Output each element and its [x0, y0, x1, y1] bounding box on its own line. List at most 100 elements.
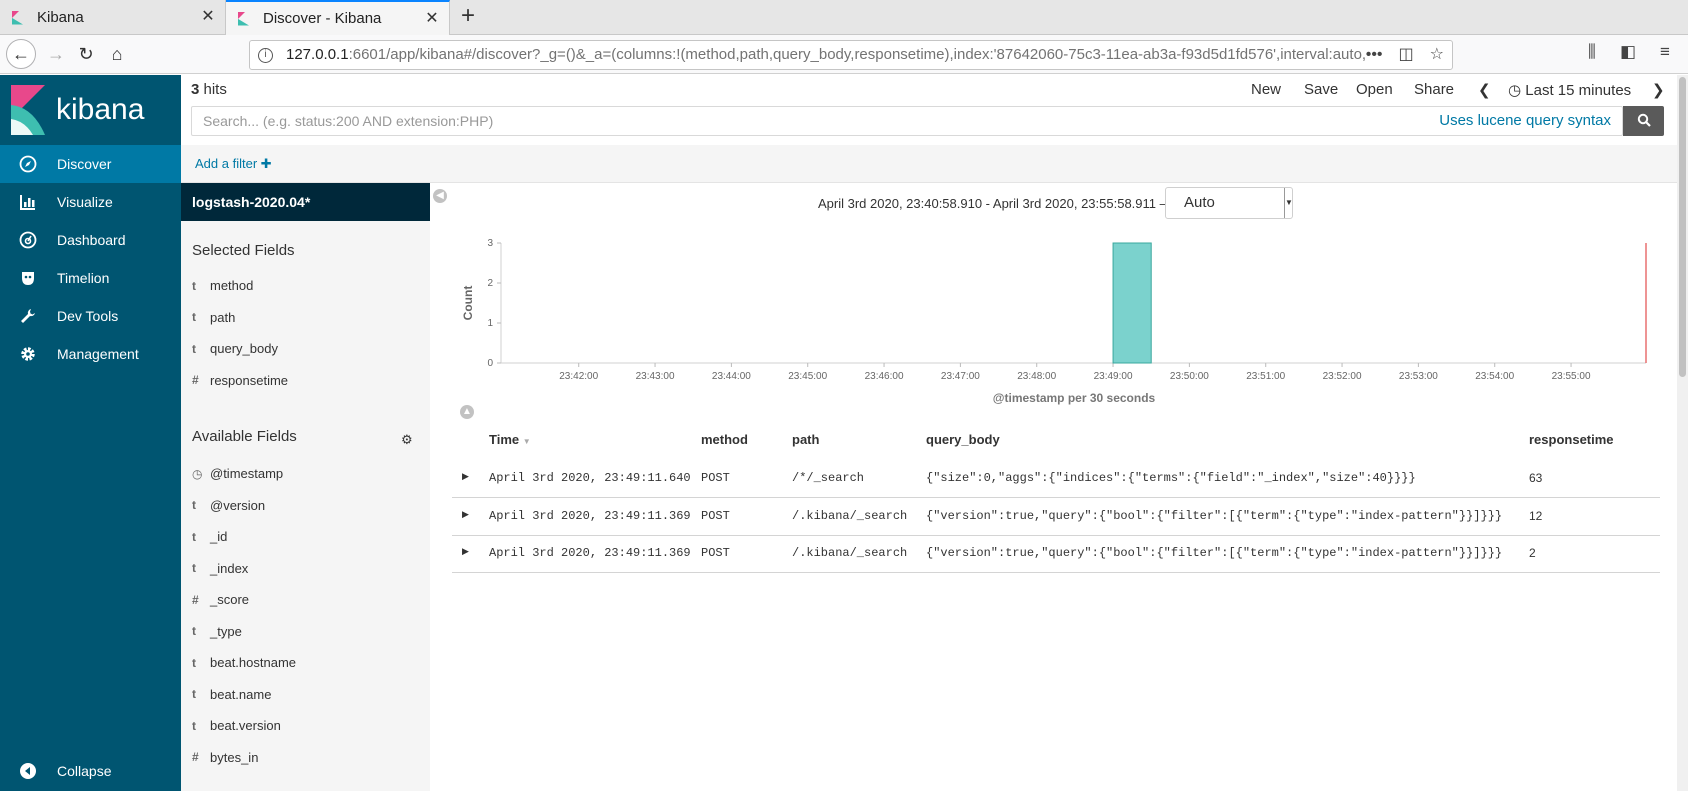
add-filter-button[interactable]: Add a filter ✚: [195, 156, 272, 172]
interval-value: Auto: [1184, 194, 1215, 211]
table-row[interactable]: ▶ April 3rd 2020, 23:49:11.640 POST /*/_sea…: [452, 460, 1660, 498]
info-icon[interactable]: i: [258, 48, 273, 63]
index-pattern-selector[interactable]: logstash-2020.04*: [181, 183, 430, 221]
scrollbar-thumb[interactable]: [1679, 77, 1686, 377]
table-row[interactable]: ▶ April 3rd 2020, 23:49:11.369 POST /.kiban…: [452, 535, 1660, 573]
selected-fields-heading: Selected Fields: [192, 242, 295, 259]
nav-dev-tools[interactable]: Dev Tools: [0, 297, 181, 335]
field-beat-hostname[interactable]: t beat.hostname: [192, 655, 296, 670]
field-path[interactable]: t path: [192, 310, 235, 325]
nav-timelion[interactable]: Timelion: [0, 259, 181, 297]
field-version[interactable]: t @version: [192, 498, 265, 513]
field-timestamp[interactable]: ◷ @timestamp: [192, 466, 283, 481]
open-button[interactable]: Open: [1356, 81, 1393, 98]
expand-row-icon[interactable]: ▶: [462, 509, 469, 520]
field-name: beat.version: [210, 718, 281, 733]
field-method[interactable]: t method: [192, 278, 253, 293]
expand-row-icon[interactable]: ▶: [462, 471, 469, 482]
field-beat-name[interactable]: t beat.name: [192, 687, 271, 702]
field-settings-gear-icon[interactable]: ⚙: [401, 432, 413, 448]
y-tick-label: 3: [487, 238, 493, 249]
url-host: 127.0.0.1: [286, 46, 349, 63]
field-query-body[interactable]: t query_body: [192, 341, 278, 356]
field-id[interactable]: t _id: [192, 529, 227, 544]
home-icon[interactable]: ⌂: [103, 40, 131, 68]
y-tick-label: 1: [487, 318, 493, 329]
field-type[interactable]: t _type: [192, 624, 242, 639]
field-name: _type: [210, 623, 242, 639]
field-name: beat.name: [210, 686, 272, 702]
filter-bar: Add a filter ✚: [181, 145, 1688, 183]
field-responsetime[interactable]: # responsetime: [192, 373, 288, 388]
nav-management[interactable]: Management: [0, 335, 181, 373]
field-name: @timestamp: [210, 466, 284, 481]
table-cell-time: April 3rd 2020, 23:49:11.369: [489, 508, 691, 523]
column-header-responsetime[interactable]: responsetime: [1529, 432, 1614, 447]
nav-label: Visualize: [57, 194, 113, 210]
column-header-query-body[interactable]: query_body: [926, 432, 1000, 447]
string-type-icon: t: [192, 718, 196, 733]
nav-dashboard[interactable]: Dashboard: [0, 221, 181, 259]
field-name: beat.hostname: [210, 655, 297, 670]
table-cell-path: /*/_search: [792, 471, 865, 485]
table-cell-responsetime: 12: [1529, 508, 1543, 523]
interval-select[interactable]: Auto ▼: [1165, 187, 1293, 219]
back-arrow-icon[interactable]: ←: [6, 39, 36, 69]
string-type-icon: t: [192, 561, 196, 575]
kibana-sidebar: kibana Discover Visualize Dashboard Time…: [0, 75, 181, 791]
table-cell-query-body: {"size":0,"aggs":{"indices":{"terms":{"f…: [926, 471, 1416, 485]
nav-discover[interactable]: Discover: [0, 145, 181, 183]
nav-label: Discover: [57, 156, 112, 172]
table-row[interactable]: ▶ April 3rd 2020, 23:49:11.369 POST /.kiban…: [452, 498, 1660, 536]
reload-icon[interactable]: ↻: [72, 40, 100, 68]
field-bytes-in[interactable]: # bytes_in: [192, 750, 258, 765]
collapse-sidebar-icon[interactable]: ◀: [433, 189, 447, 203]
pocket-icon[interactable]: ◫: [1399, 41, 1414, 69]
save-button[interactable]: Save: [1304, 81, 1338, 98]
share-button[interactable]: Share: [1414, 81, 1454, 98]
table-cell-path: /.kibana/_search: [792, 508, 908, 523]
time-prev-icon[interactable]: ❮: [1478, 81, 1491, 99]
kibana-logo[interactable]: kibana: [0, 75, 181, 145]
expand-row-icon[interactable]: ▶: [462, 546, 469, 557]
browser-tab-kibana[interactable]: Kibana ✕: [0, 0, 226, 35]
sort-icon[interactable]: ▼: [523, 437, 531, 446]
page-scrollbar[interactable]: [1677, 75, 1688, 791]
nav-visualize[interactable]: Visualize: [0, 183, 181, 221]
time-picker[interactable]: ◷ Last 15 minutes: [1508, 81, 1631, 99]
histogram-chart[interactable]: 0 1 2 3 23:42:00 23:43:00 23:44:00 23:45:00 23:4…: [455, 228, 1655, 418]
hamburger-menu-icon[interactable]: ≡: [1660, 42, 1670, 62]
page-actions-icon[interactable]: •••: [1366, 41, 1383, 69]
x-tick-label: 23:46:00: [865, 371, 904, 382]
field-beat-version[interactable]: t beat.version: [192, 718, 281, 733]
x-tick-label: 23:47:00: [941, 371, 980, 382]
bar-chart-icon: [18, 192, 38, 212]
lucene-syntax-link[interactable]: Uses lucene query syntax: [1439, 107, 1611, 135]
field-name: _index: [210, 560, 249, 576]
new-tab-icon[interactable]: +: [456, 4, 480, 29]
sidebar-toggle-icon[interactable]: ◧: [1620, 42, 1636, 62]
field-score[interactable]: # _score: [192, 592, 249, 607]
field-name: path: [210, 309, 236, 325]
toggle-chart-icon[interactable]: ▲: [460, 405, 474, 419]
column-header-time[interactable]: Time ▼: [489, 432, 531, 447]
close-tab-icon[interactable]: ✕: [423, 10, 441, 28]
nav-collapse[interactable]: Collapse: [0, 752, 181, 790]
search-input[interactable]: Search... (e.g. status:200 AND extension…: [191, 106, 1623, 136]
close-tab-icon[interactable]: ✕: [199, 8, 217, 26]
browser-tab-discover[interactable]: Discover - Kibana ✕: [226, 0, 450, 35]
address-bar[interactable]: i 127.0.0.1:6601/app/kibana#/discover?_g…: [249, 40, 1453, 70]
bookmark-star-icon[interactable]: ☆: [1430, 41, 1444, 69]
new-button[interactable]: New: [1251, 81, 1281, 98]
time-next-icon[interactable]: ❯: [1652, 81, 1665, 99]
search-button[interactable]: [1623, 106, 1664, 136]
discover-top-bar: 3 hits New Save Open Share ❮ ◷ Last 15 m…: [181, 75, 1688, 145]
available-fields-heading: Available Fields: [192, 428, 297, 445]
kibana-favicon-icon: [11, 10, 27, 26]
field-index[interactable]: t _index: [192, 561, 248, 576]
column-header-method[interactable]: method: [701, 432, 748, 447]
tab-title: Discover - Kibana: [263, 10, 382, 27]
forward-arrow-icon[interactable]: →: [42, 40, 70, 68]
library-icon[interactable]: ⫼: [1588, 42, 1596, 62]
column-header-path[interactable]: path: [792, 432, 819, 447]
